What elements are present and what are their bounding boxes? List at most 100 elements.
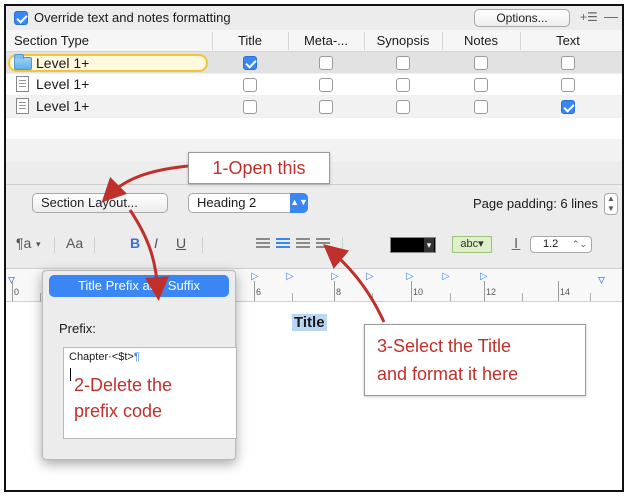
right-indent-marker-icon[interactable]: ▿ [598, 271, 605, 288]
ruler-tick [40, 293, 41, 301]
divider [342, 237, 343, 253]
bold-button[interactable]: B [130, 235, 140, 251]
remove-format-icon[interactable]: — [604, 8, 618, 24]
override-row: Override text and notes formatting Optio… [6, 6, 622, 30]
style-popup-label: Heading 2 [197, 195, 257, 210]
padding-stepper[interactable]: ▲ ▼ [604, 193, 618, 215]
align-right-icon[interactable] [296, 238, 310, 250]
notes-checkbox[interactable] [474, 56, 488, 70]
text-checkbox[interactable] [561, 78, 575, 92]
annotation-step-3: 3-Select the Title and format it here [364, 324, 586, 396]
font-button[interactable]: Aa [66, 235, 83, 251]
title-checkbox[interactable] [243, 100, 257, 114]
synopsis-checkbox[interactable] [396, 78, 410, 92]
meta-checkbox[interactable] [319, 56, 333, 70]
header-synopsis[interactable]: Synopsis [364, 33, 442, 48]
header-text[interactable]: Text [520, 33, 616, 48]
section-type-cell[interactable]: Level 1+ [12, 76, 208, 94]
formatting-bar: ¶a ▾ Aa B I U abc▾ I̲ 1.2 ⌃⌄ [6, 229, 622, 259]
align-center-icon[interactable] [276, 238, 290, 250]
header-section-type[interactable]: Section Type [14, 33, 89, 48]
annotation-step-2-line2: prefix code [74, 401, 163, 421]
paragraph-style-icon[interactable]: ¶a [16, 235, 31, 251]
ruler-tick [522, 293, 523, 301]
annotation-step-2-line1: 2-Delete the [74, 375, 173, 395]
style-popup[interactable]: Heading 2 ▲▼ [188, 193, 308, 213]
ruler-number: 10 [413, 287, 424, 297]
ruler-tick [484, 281, 485, 301]
chevron-down-icon[interactable]: ▾ [36, 239, 41, 250]
add-format-icon[interactable]: +☰ [580, 10, 598, 24]
notes-checkbox[interactable] [474, 78, 488, 92]
header-title[interactable]: Title [212, 33, 288, 48]
compile-format-pane: Override text and notes formatting Optio… [4, 4, 624, 492]
meta-checkbox[interactable] [319, 100, 333, 114]
ruler-tick [411, 281, 412, 301]
ruler-tick [292, 293, 293, 301]
ruler-number: 14 [560, 287, 571, 297]
table-row[interactable]: Level 1+ [6, 52, 622, 74]
popup-arrows-icon: ▲▼ [290, 193, 308, 213]
tab-stop-icon[interactable]: ▷ [406, 271, 414, 282]
empty-row [6, 118, 622, 140]
ruler-number: 8 [336, 287, 342, 297]
underline-button[interactable]: U [176, 235, 186, 251]
highlight-button[interactable]: abc▾ [452, 236, 492, 253]
pilcrow-mark: ¶ [133, 351, 140, 363]
line-height-popup[interactable]: 1.2 ⌃⌄ [530, 236, 592, 253]
section-type-label: Level 1+ [36, 76, 90, 92]
title-sample-text[interactable]: Title [292, 314, 327, 331]
text-checkbox[interactable] [561, 100, 575, 114]
tab-stop-icon[interactable]: ▷ [366, 271, 374, 282]
header-meta[interactable]: Meta-... [288, 33, 364, 48]
section-layout-button[interactable]: Section Layout... [32, 193, 168, 213]
section-types-table: Section Type Title Meta-... Synopsis Not… [6, 30, 622, 162]
options-button[interactable]: Options... [474, 9, 570, 27]
ruler-tick [334, 281, 335, 301]
highlight-label: abc [460, 238, 479, 250]
title-checkbox[interactable] [243, 56, 257, 70]
ruler-tick [558, 281, 559, 301]
document-icon [16, 76, 29, 92]
line-height-icon: I̲ [514, 235, 519, 252]
align-left-icon[interactable] [256, 238, 270, 250]
meta-checkbox[interactable] [319, 78, 333, 92]
ruler-tick [12, 281, 13, 301]
section-type-cell[interactable]: Level 1+ [12, 98, 208, 116]
page-padding-label: Page padding: 6 lines [472, 196, 598, 211]
ruler-tick [590, 293, 591, 301]
folder-icon [14, 54, 32, 70]
text-checkbox[interactable] [561, 56, 575, 70]
annotation-step-3-line1: 3-Select the Title [377, 336, 512, 356]
title-checkbox[interactable] [243, 78, 257, 92]
tab-stop-icon[interactable]: ▷ [442, 271, 450, 282]
divider [94, 237, 95, 253]
prefix-code-text: Chapter·<$t> [69, 351, 134, 363]
section-type-label: Level 1+ [36, 98, 90, 114]
table-header: Section Type Title Meta-... Synopsis Not… [6, 30, 622, 52]
ruler-number: 0 [14, 287, 20, 297]
section-type-label: Level 1+ [36, 55, 90, 71]
tab-title-prefix-suffix[interactable]: Title Prefix and Suffix [49, 275, 229, 297]
table-row[interactable]: Level 1+ [6, 74, 622, 96]
annotation-step-3-line2: and format it here [377, 364, 519, 384]
text-color-well[interactable] [390, 237, 436, 253]
popup-arrows-icon: ⌃⌄ [571, 239, 587, 249]
ruler-tick [450, 293, 451, 301]
ruler-number: 12 [486, 287, 497, 297]
notes-checkbox[interactable] [474, 100, 488, 114]
synopsis-checkbox[interactable] [396, 56, 410, 70]
document-icon [16, 98, 29, 114]
tab-stop-icon[interactable]: ▷ [286, 271, 294, 282]
table-row[interactable]: Level 1+ [6, 96, 622, 118]
ruler-tick [254, 281, 255, 301]
synopsis-checkbox[interactable] [396, 100, 410, 114]
section-type-cell[interactable]: Level 1+ [8, 54, 208, 72]
align-justify-icon[interactable] [316, 238, 330, 250]
header-notes[interactable]: Notes [442, 33, 520, 48]
format-controls: Section Layout... Heading 2 ▲▼ Page padd… [6, 184, 622, 270]
override-checkbox[interactable] [14, 11, 28, 25]
ruler-tick [372, 293, 373, 301]
line-height-value: 1.2 [543, 238, 559, 250]
italic-button[interactable]: I [154, 235, 158, 251]
